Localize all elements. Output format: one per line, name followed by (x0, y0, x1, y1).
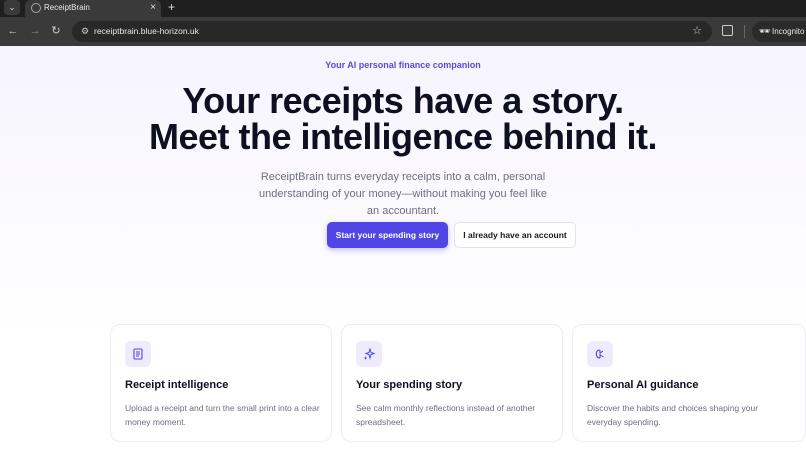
reload-icon[interactable]: ↻ (49, 24, 63, 38)
landing-page: Your AI personal finance companion Your … (0, 46, 806, 462)
start-spending-story-button[interactable]: Start your spending story (327, 222, 448, 248)
side-panel-icon[interactable] (722, 25, 733, 36)
browser-tab[interactable]: ReceiptBrain × (25, 0, 161, 17)
incognito-label: Incognito (772, 27, 805, 36)
address-bar[interactable]: ⚙ receiptbrain.blue-horizon.uk ☆ (72, 21, 712, 42)
bookmark-star-icon[interactable]: ☆ (692, 24, 702, 38)
new-tab-button[interactable]: + (168, 0, 175, 14)
receipt-icon (125, 341, 151, 367)
globe-icon (31, 3, 41, 13)
hero-subtext: ReceiptBrain turns everyday receipts int… (259, 171, 547, 217)
feature-card-spending-story: Your spending story See calm monthly ref… (341, 324, 563, 442)
incognito-icon: 🕶 (759, 26, 771, 36)
headline-line-1: Your receipts have a story. (182, 80, 624, 121)
tab-close-icon[interactable]: × (150, 1, 156, 15)
toolbar-divider (744, 25, 745, 38)
feature-card-ai-guidance: Personal AI guidance Discover the habits… (572, 324, 806, 442)
feature-body: Discover the habits and choices shaping … (587, 403, 759, 427)
sparkles-icon (356, 341, 382, 367)
feature-card-receipt-intelligence: Receipt intelligence Upload a receipt an… (110, 324, 332, 442)
feature-body: See calm monthly reflections instead of … (356, 403, 536, 427)
browser-tab-strip: ⌄ ReceiptBrain × + (0, 0, 806, 17)
feature-title: Your spending story (356, 379, 463, 391)
incognito-badge[interactable]: 🕶 Incognito (752, 21, 806, 42)
existing-account-button[interactable]: I already have an account (454, 222, 576, 248)
browser-toolbar: ← → ↻ ⚙ receiptbrain.blue-horizon.uk ☆ 🕶… (0, 17, 806, 46)
headline-line-2: Meet the intelligence behind it. (148, 116, 658, 157)
hero-headline: Your receipts have a story. Meet the int… (0, 83, 806, 155)
brain-icon (587, 341, 613, 367)
feature-body: Upload a receipt and turn the small prin… (125, 403, 320, 427)
hero-eyebrow: Your AI personal finance companion (325, 60, 481, 70)
back-arrow-icon[interactable]: ← (6, 24, 20, 38)
feature-title: Personal AI guidance (587, 379, 699, 391)
feature-title: Receipt intelligence (125, 379, 229, 391)
site-info-icon[interactable]: ⚙ (81, 26, 92, 37)
tab-title: ReceiptBrain (44, 3, 90, 12)
url-text[interactable]: receiptbrain.blue-horizon.uk (94, 25, 199, 38)
tab-search-button[interactable]: ⌄ (4, 0, 20, 15)
forward-arrow-icon[interactable]: → (28, 24, 42, 38)
